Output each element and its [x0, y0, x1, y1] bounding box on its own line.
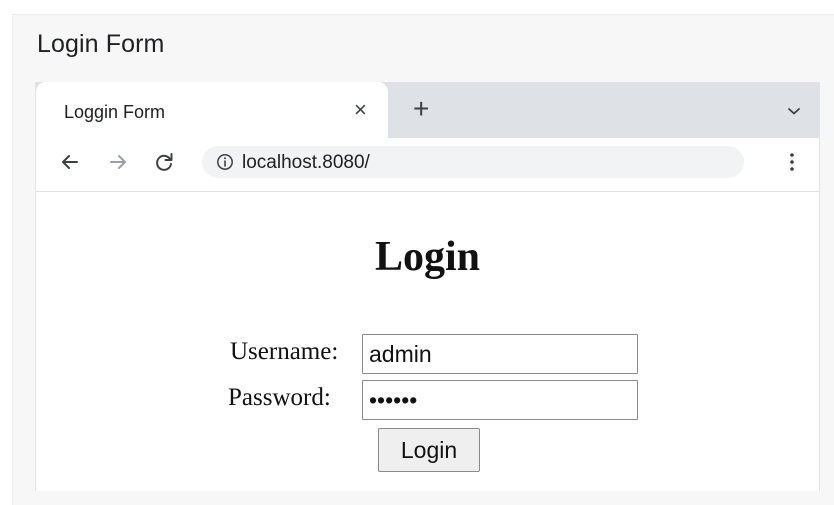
vertical-dots-icon[interactable] [789, 152, 795, 172]
tab-strip: Loggin Form × + [36, 82, 819, 138]
tab-login-form[interactable]: Loggin Form × [36, 82, 388, 138]
password-input[interactable] [362, 380, 638, 420]
forward-arrow-icon[interactable] [106, 150, 130, 174]
toolbar: localhost.8080/ [36, 138, 819, 192]
new-tab-icon[interactable]: + [413, 94, 429, 124]
window-title: Login Form [37, 30, 165, 58]
tab-title: Loggin Form [64, 102, 166, 122]
address-bar[interactable]: localhost.8080/ [202, 146, 744, 178]
username-input[interactable] [362, 334, 638, 374]
password-row: Password: [36, 380, 819, 420]
username-row: Username: [36, 334, 819, 374]
info-icon[interactable] [216, 153, 234, 171]
page-content: Login Username: Password: Login [36, 192, 819, 491]
tab-close-icon[interactable]: × [354, 98, 367, 122]
username-label: Username: [230, 338, 339, 365]
chevron-down-icon[interactable] [787, 106, 801, 116]
password-label: Password: [228, 384, 331, 411]
reload-icon[interactable] [152, 150, 176, 174]
back-arrow-icon[interactable] [58, 150, 82, 174]
login-button[interactable]: Login [378, 428, 480, 472]
page-title: Login [374, 234, 481, 280]
browser-window: Loggin Form × + localhost.8080/ Login Us… [35, 82, 820, 491]
url-text: localhost.8080/ [242, 152, 370, 173]
